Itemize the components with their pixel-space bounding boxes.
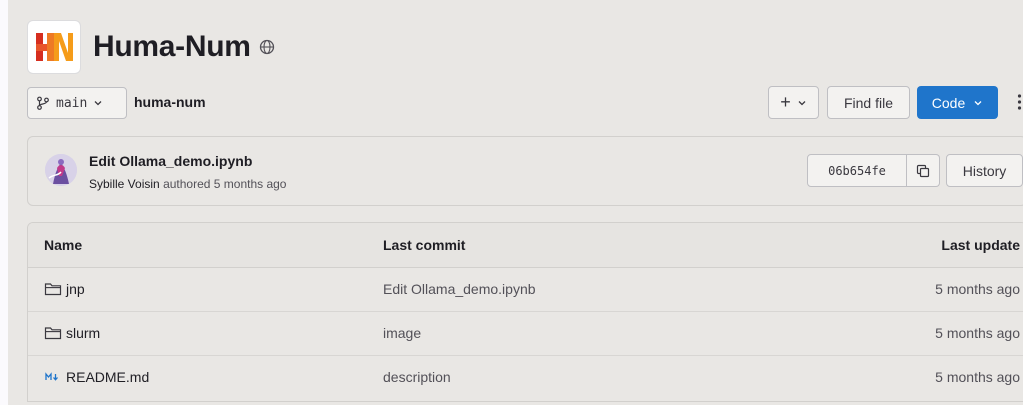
table-row[interactable]: README.md description 5 months ago	[28, 356, 1023, 400]
column-header-name: Name	[44, 237, 83, 253]
plus-icon: +	[780, 92, 791, 112]
breadcrumb-project[interactable]: huma-num	[134, 94, 206, 110]
add-new-dropdown-button[interactable]: +	[768, 86, 819, 119]
file-name[interactable]: slurm	[66, 325, 100, 341]
branch-selector[interactable]: main	[27, 87, 127, 119]
more-actions-icon[interactable]	[1016, 92, 1023, 112]
table-header: Name Last commit Last update	[28, 223, 1023, 268]
folder-icon	[44, 327, 62, 340]
table-row[interactable]: slurm image 5 months ago	[28, 312, 1023, 356]
commit-meta: Sybille Voisin authored 5 months ago	[89, 177, 286, 191]
file-name-cell[interactable]: README.md	[44, 369, 149, 385]
author-avatar[interactable]	[45, 154, 77, 186]
file-name-cell[interactable]: jnp	[44, 281, 85, 297]
commit-title-link[interactable]: Edit Ollama_demo.ipynb	[89, 153, 252, 169]
project-title: Huma-Num	[93, 30, 251, 63]
history-button[interactable]: History	[946, 154, 1023, 187]
commit-author-link[interactable]: Sybille Voisin	[89, 177, 160, 191]
chevron-down-icon	[94, 101, 102, 106]
file-last-update: 5 months ago	[935, 369, 1020, 385]
copy-sha-button[interactable]	[907, 154, 940, 187]
commit-meta-suffix: authored 5 months ago	[163, 177, 287, 191]
chevron-down-icon	[974, 100, 982, 105]
folder-icon	[44, 283, 62, 296]
chevron-down-icon	[798, 100, 806, 105]
project-logo[interactable]	[27, 20, 81, 74]
file-name[interactable]: jnp	[66, 281, 85, 297]
file-tree-table: Name Last commit Last update jnp Edit Ol…	[27, 222, 1023, 402]
code-dropdown-button[interactable]: Code	[917, 86, 998, 119]
left-edge-strip	[0, 0, 8, 405]
huma-num-logo-icon	[36, 33, 73, 61]
last-commit-panel: Edit Ollama_demo.ipynb Sybille Voisin au…	[27, 136, 1023, 206]
commit-sha-button[interactable]: 06b654fe	[807, 154, 907, 187]
column-header-last-update: Last update	[941, 237, 1020, 253]
globe-icon	[259, 39, 275, 55]
find-file-button[interactable]: Find file	[827, 86, 910, 119]
file-last-commit[interactable]: description	[383, 369, 451, 385]
table-row[interactable]: jnp Edit Ollama_demo.ipynb 5 months ago	[28, 268, 1023, 312]
code-button-label: Code	[931, 94, 966, 111]
commit-sha-group: 06b654fe	[807, 154, 940, 187]
column-header-last-commit: Last commit	[383, 237, 466, 253]
copy-icon	[916, 164, 930, 177]
branch-icon	[37, 96, 49, 110]
project-header: Huma-Num	[27, 18, 275, 76]
file-name[interactable]: README.md	[66, 369, 149, 385]
file-last-update: 5 months ago	[935, 281, 1020, 297]
file-name-cell[interactable]: slurm	[44, 325, 100, 341]
file-last-commit[interactable]: Edit Ollama_demo.ipynb	[383, 281, 536, 297]
branch-name: main	[56, 95, 88, 111]
markdown-icon	[45, 372, 58, 381]
file-last-update: 5 months ago	[935, 325, 1020, 341]
file-last-commit[interactable]: image	[383, 325, 421, 341]
avatar-image-icon	[45, 154, 77, 186]
